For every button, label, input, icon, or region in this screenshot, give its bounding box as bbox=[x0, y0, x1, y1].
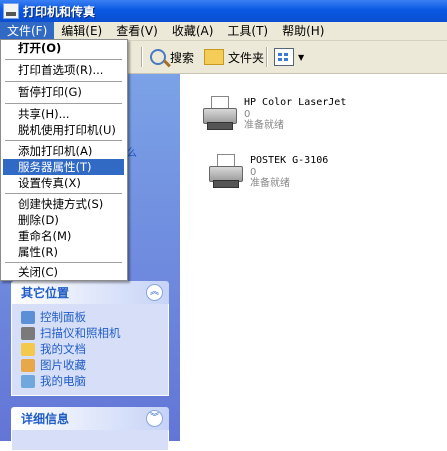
menu-separator bbox=[5, 140, 122, 141]
printer-name: HP Color LaserJet bbox=[244, 97, 347, 108]
other-places-title: 其它位置 bbox=[21, 286, 70, 300]
printer-job-count: 0 bbox=[244, 109, 251, 120]
printer-list: HP Color LaserJet 0 准备就绪 POSTEK G-3106 0… bbox=[181, 74, 447, 441]
camera-icon bbox=[21, 326, 35, 340]
menu-item-close[interactable]: 关闭(C) bbox=[3, 264, 124, 280]
view-grid-icon bbox=[274, 48, 294, 66]
sidebar-item-label: 控制面板 bbox=[40, 310, 86, 324]
views-button[interactable]: ▼ bbox=[274, 45, 304, 69]
other-places-list: 控制面板 扫描仪和照相机 我的文档 图片收藏 我的电脑 bbox=[11, 304, 169, 396]
sidebar-item-label: 我的文档 bbox=[40, 342, 86, 356]
printer-icon bbox=[207, 154, 245, 192]
menu-item-server-properties[interactable]: 服务器属性(T) bbox=[3, 159, 124, 175]
menu-item-create-shortcut[interactable]: 创建快捷方式(S) bbox=[3, 196, 124, 212]
details-panel: 详细信息 ︾ bbox=[11, 407, 169, 451]
sidebar-item-scanners-cameras[interactable]: 扫描仪和照相机 bbox=[12, 325, 168, 341]
menu-item-add-printer[interactable]: 添加打印机(A) bbox=[3, 143, 124, 159]
printer-item[interactable]: POSTEK G-3106 0 准备就绪 bbox=[207, 154, 328, 192]
title-bar: 打印机和传真 bbox=[0, 0, 447, 22]
chevron-up-icon[interactable]: ︽ bbox=[146, 284, 163, 301]
details-title: 详细信息 bbox=[21, 412, 70, 426]
printer-status: 准备就绪 bbox=[244, 120, 284, 131]
toolbar-separator bbox=[266, 47, 268, 67]
folders-button[interactable]: 文件夹 bbox=[204, 45, 264, 69]
search-icon bbox=[150, 49, 166, 65]
menu-separator bbox=[5, 103, 122, 104]
menu-item-rename[interactable]: 重命名(M) bbox=[3, 228, 124, 244]
folder-icon bbox=[204, 49, 224, 65]
menu-edit[interactable]: 编辑(E) bbox=[54, 22, 109, 40]
menu-tools[interactable]: 工具(T) bbox=[220, 22, 275, 40]
window-title: 打印机和传真 bbox=[23, 4, 96, 19]
search-label: 搜索 bbox=[170, 50, 195, 65]
computer-icon bbox=[21, 374, 35, 388]
menu-favorites[interactable]: 收藏(A) bbox=[165, 22, 221, 40]
dropdown-arrow-icon: ▼ bbox=[298, 52, 305, 62]
printer-job-count: 0 bbox=[250, 167, 257, 178]
menu-item-printing-preferences[interactable]: 打印首选项(R)... bbox=[3, 62, 124, 78]
sidebar-item-my-computer[interactable]: 我的电脑 bbox=[12, 373, 168, 389]
details-header[interactable]: 详细信息 ︾ bbox=[11, 407, 169, 430]
menu-view[interactable]: 查看(V) bbox=[109, 22, 165, 40]
menu-item-use-offline[interactable]: 脱机使用打印机(U) bbox=[3, 122, 124, 138]
pictures-folder-icon bbox=[21, 358, 35, 372]
sidebar-item-label: 我的电脑 bbox=[40, 374, 86, 388]
printer-folder-icon bbox=[3, 3, 19, 19]
menu-item-properties[interactable]: 属性(R) bbox=[3, 244, 124, 260]
menu-help[interactable]: 帮助(H) bbox=[275, 22, 331, 40]
menu-separator bbox=[5, 59, 122, 60]
menu-separator bbox=[5, 262, 122, 263]
other-places-header[interactable]: 其它位置 ︽ bbox=[11, 281, 169, 304]
menu-item-setup-faxing[interactable]: 设置传真(X) bbox=[3, 175, 124, 191]
control-panel-icon bbox=[21, 310, 35, 324]
search-button[interactable]: 搜索 bbox=[148, 45, 194, 69]
sidebar-item-control-panel[interactable]: 控制面板 bbox=[12, 309, 168, 325]
menu-item-pause-printing[interactable]: 暂停打印(G) bbox=[3, 84, 124, 100]
menu-item-open[interactable]: 打开(O) bbox=[3, 40, 124, 56]
toolbar-separator bbox=[141, 47, 143, 67]
menu-separator bbox=[5, 193, 122, 194]
sidebar-item-label: 扫描仪和照相机 bbox=[40, 326, 121, 340]
menu-separator bbox=[5, 81, 122, 82]
file-menu-dropdown: 打开(O) 打印首选项(R)... 暂停打印(G) 共享(H)... 脱机使用打… bbox=[0, 39, 128, 281]
sidebar-item-my-documents[interactable]: 我的文档 bbox=[12, 341, 168, 357]
printer-icon bbox=[201, 96, 239, 134]
menu-item-sharing[interactable]: 共享(H)... bbox=[3, 106, 124, 122]
documents-folder-icon bbox=[21, 342, 35, 356]
printer-status: 准备就绪 bbox=[250, 178, 290, 189]
chevron-down-icon[interactable]: ︾ bbox=[146, 410, 163, 427]
menu-file[interactable]: 文件(F) bbox=[0, 22, 55, 40]
sidebar-item-my-pictures[interactable]: 图片收藏 bbox=[12, 357, 168, 373]
sidebar-item-label: 图片收藏 bbox=[40, 358, 86, 372]
folders-label: 文件夹 bbox=[228, 50, 265, 65]
other-places-panel: 其它位置 ︽ 控制面板 扫描仪和照相机 我的文档 图片收藏 我的电脑 bbox=[11, 281, 169, 396]
menu-item-delete[interactable]: 删除(D) bbox=[3, 212, 124, 228]
printer-item[interactable]: HP Color LaserJet 0 准备就绪 bbox=[201, 96, 346, 134]
printer-name: POSTEK G-3106 bbox=[250, 155, 329, 166]
